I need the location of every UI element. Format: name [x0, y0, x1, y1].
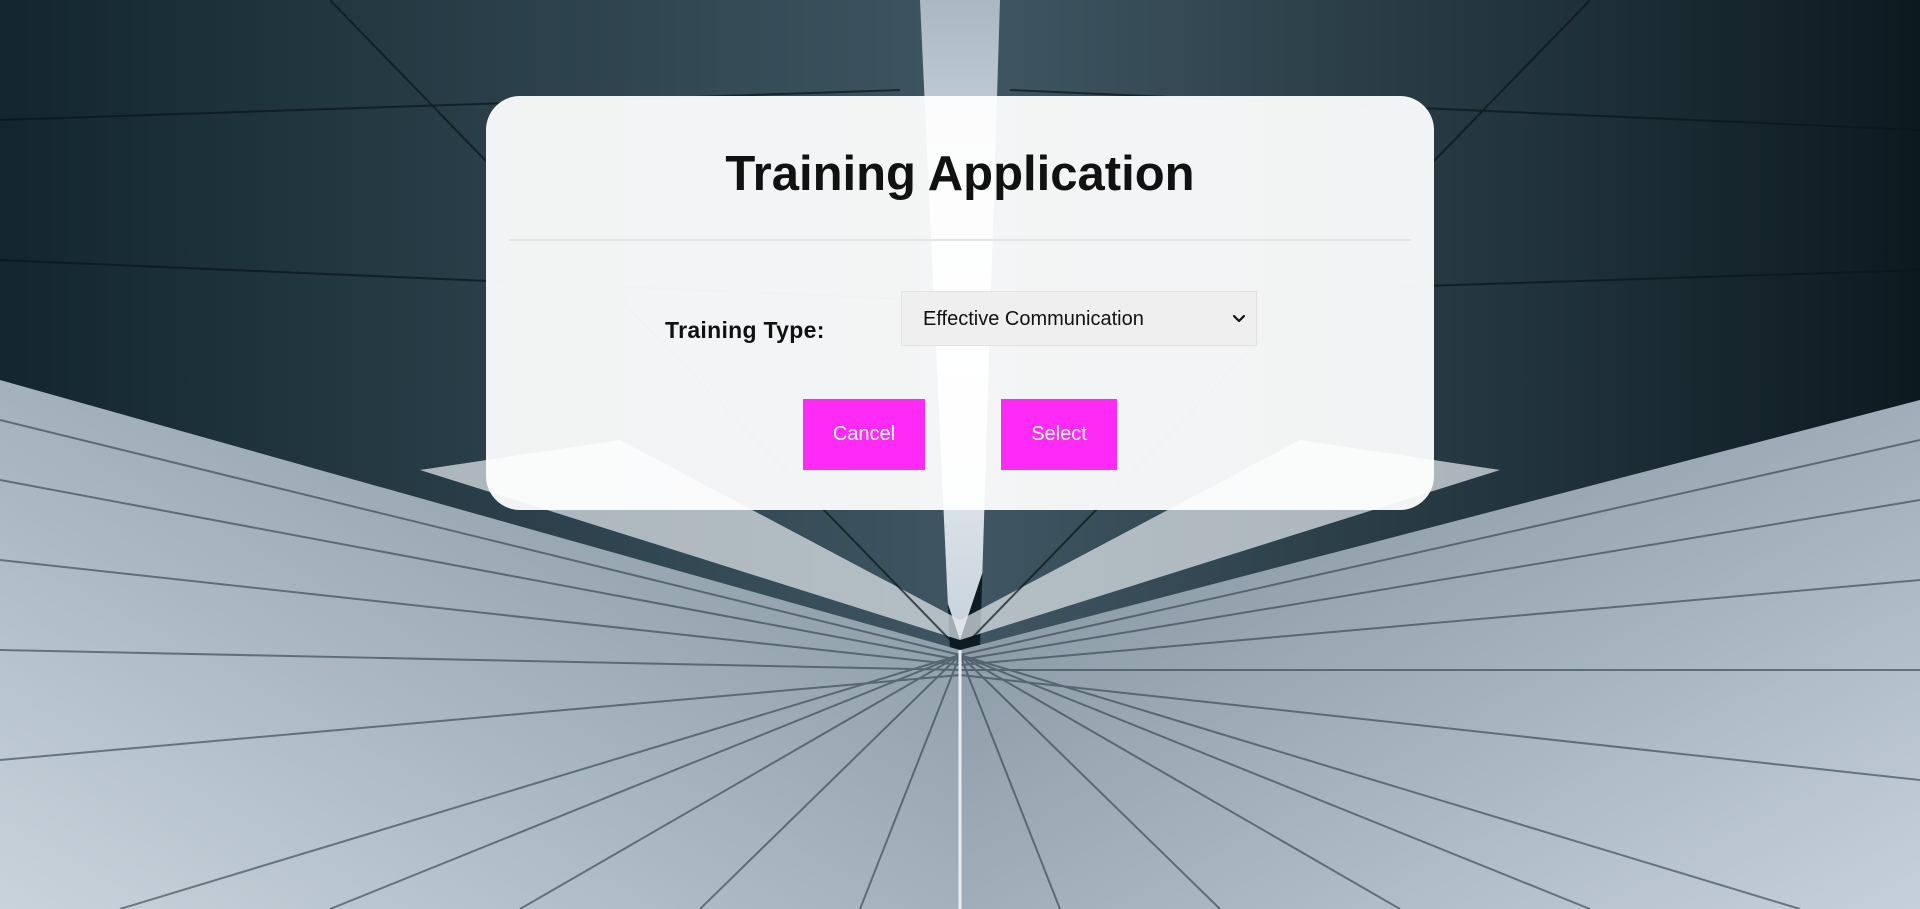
training-type-label: Training Type:: [665, 317, 825, 343]
training-type-select[interactable]: Effective Communication: [901, 291, 1257, 346]
page-title: Training Application: [725, 147, 1195, 201]
select-button[interactable]: Select: [1001, 399, 1117, 470]
training-type-selected-value: Effective Communication: [923, 308, 1144, 330]
cancel-button[interactable]: Cancel: [803, 399, 925, 470]
title-divider: [509, 239, 1411, 241]
chevron-down-icon: [1230, 310, 1248, 328]
